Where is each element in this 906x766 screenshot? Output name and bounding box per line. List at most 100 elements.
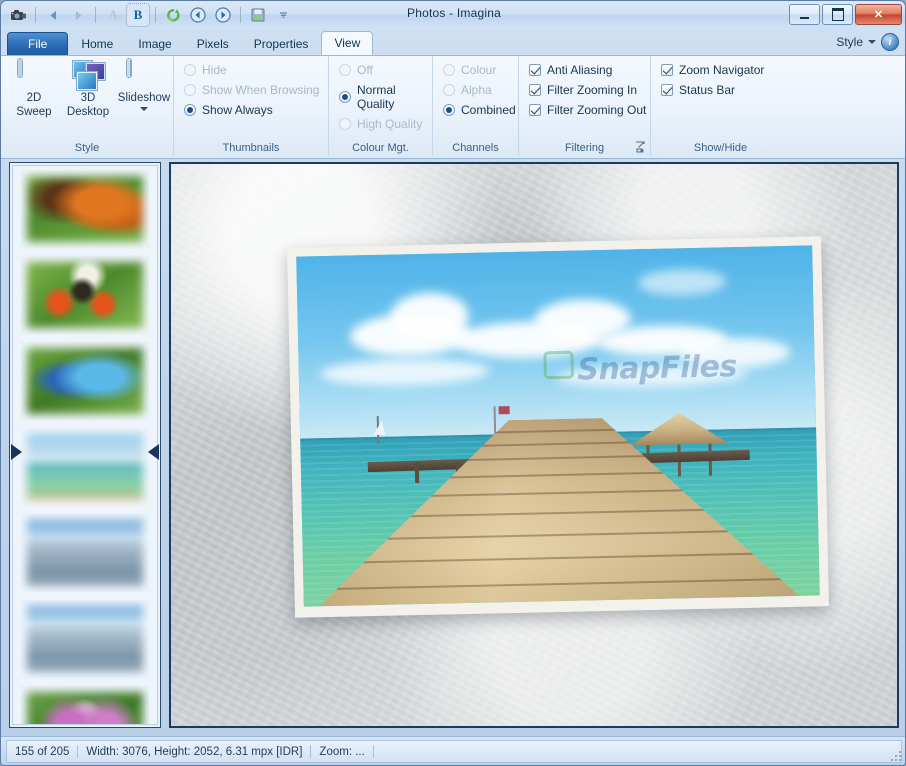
ribbon-groups: 2D Sweep 3D Desktop Slideshow Style Hide… (1, 56, 790, 156)
status-dimensions: Width: 3076, Height: 2052, 6.31 mpx [IDR… (86, 745, 303, 758)
close-button[interactable]: ✕ (855, 4, 902, 25)
button-slideshow-label: Slideshow (117, 92, 171, 104)
thumbnail-image (21, 170, 149, 248)
button-3d-desktop-line1: 3D (80, 92, 96, 104)
radio-icon (339, 64, 351, 76)
maximize-button[interactable] (822, 4, 853, 25)
button-2d-sweep-line2: Sweep (16, 106, 52, 118)
style-menu-label[interactable]: Style (836, 35, 863, 49)
option-colour-off[interactable]: Off (339, 63, 432, 77)
application-window: A B Photos - Imagina ✕ File Home Image P… (0, 0, 906, 766)
status-separator-3 (372, 745, 374, 758)
photo-frame[interactable]: SnapFiles (287, 236, 829, 618)
option-filter-zooming-out-label: Filter Zooming Out (547, 103, 647, 117)
thumbnail-image (21, 600, 149, 678)
option-thumbnails-hide[interactable]: Hide (184, 63, 328, 77)
option-channel-combined[interactable]: Combined (443, 103, 518, 117)
image-viewer[interactable]: SnapFiles (169, 162, 899, 728)
option-anti-aliasing-label: Anti Aliasing (547, 63, 613, 77)
ribbon-group-show-hide-body: Zoom Navigator Status Bar (651, 56, 790, 136)
filtering-options: Anti Aliasing Filter Zooming In Filter Z… (519, 56, 650, 117)
ribbon-group-channels-body: Colour Alpha Combined (433, 56, 518, 136)
colour-mgt-options: Off Normal Quality High Quality (329, 56, 432, 131)
tab-image[interactable]: Image (126, 33, 183, 55)
ribbon-group-thumbnails: Hide Show When Browsing Show Always Thum… (173, 56, 328, 156)
tab-pixels[interactable]: Pixels (185, 33, 241, 55)
ribbon-tabs: File Home Image Pixels Properties View (7, 29, 374, 55)
chevron-down-icon[interactable] (868, 40, 876, 44)
slideshow-dropdown-icon[interactable] (140, 107, 148, 111)
option-colour-high-quality[interactable]: High Quality (339, 117, 432, 131)
thumbnail-strip[interactable] (9, 162, 161, 728)
button-slideshow[interactable]: Slideshow (115, 56, 173, 136)
ribbon-group-channels: Colour Alpha Combined Channels (432, 56, 518, 156)
resize-grip[interactable] (890, 750, 903, 763)
radio-icon (184, 64, 196, 76)
ribbon-group-channels-title: Channels (452, 142, 499, 154)
content-area: SnapFiles (1, 157, 905, 737)
option-thumbnails-show-always[interactable]: Show Always (184, 103, 328, 117)
stack-icon (71, 61, 105, 91)
tab-properties[interactable]: Properties (242, 33, 321, 55)
option-filter-zooming-in-label: Filter Zooming In (547, 83, 638, 97)
radio-icon (443, 104, 455, 116)
tab-home[interactable]: Home (69, 33, 125, 55)
ribbon-group-show-hide: Zoom Navigator Status Bar Show/Hide (650, 56, 790, 156)
status-position: 155 of 205 (15, 745, 70, 758)
minimize-button[interactable] (789, 4, 820, 25)
radio-icon (443, 64, 455, 76)
button-3d-desktop[interactable]: 3D Desktop (61, 56, 115, 136)
selection-marker-left-icon (11, 444, 22, 460)
option-thumbnails-show-always-label: Show Always (202, 103, 273, 117)
ribbon-group-filtering: Anti Aliasing Filter Zooming In Filter Z… (518, 56, 650, 156)
ribbon-group-style-title: Style (74, 142, 100, 154)
option-channel-combined-label: Combined (461, 103, 516, 117)
style-buttons: 2D Sweep 3D Desktop Slideshow (1, 56, 173, 136)
radio-icon (443, 84, 455, 96)
option-colour-high-quality-label: High Quality (357, 117, 423, 131)
status-zoom[interactable]: Zoom: ... (311, 746, 372, 758)
ribbon-group-show-hide-title: Show/Hide (693, 142, 748, 154)
button-2d-sweep-line1: 2D (26, 92, 42, 104)
option-channel-colour[interactable]: Colour (443, 63, 518, 77)
snapfiles-logo-icon (543, 350, 575, 380)
checkbox-icon (529, 64, 541, 76)
thumbnail-pier-seascape[interactable] (13, 424, 157, 510)
option-status-bar[interactable]: Status Bar (661, 83, 790, 97)
thumbnail-image (21, 256, 149, 334)
thumbnail-blue-morpho-butterfly[interactable] (13, 338, 157, 424)
radio-icon (339, 91, 351, 103)
ribbon-group-thumbnails-body: Hide Show When Browsing Show Always (174, 56, 328, 136)
option-zoom-navigator[interactable]: Zoom Navigator (661, 63, 790, 77)
thumbnail-harbour-sailboats-2[interactable] (13, 596, 157, 682)
tab-view[interactable]: View (321, 31, 374, 55)
button-3d-desktop-line2: Desktop (66, 106, 110, 118)
ribbon-group-colour-mgt-body: Off Normal Quality High Quality (329, 56, 432, 136)
dialog-launcher-icon[interactable] (632, 139, 646, 153)
watermark-text: SnapFiles (576, 348, 738, 388)
option-thumbnails-hide-label: Hide (202, 63, 227, 77)
status-bar-inner: 155 of 205 Width: 3076, Height: 2052, 6.… (6, 740, 902, 763)
option-colour-normal-quality[interactable]: Normal Quality (339, 83, 432, 111)
option-status-bar-label: Status Bar (679, 83, 736, 97)
option-filter-zooming-in[interactable]: Filter Zooming In (529, 83, 650, 97)
thumbnail-purple-orchid[interactable] (13, 682, 157, 724)
button-2d-sweep[interactable]: 2D Sweep (7, 56, 61, 136)
thumbnail-butterfly-on-flowers[interactable] (13, 252, 157, 338)
option-colour-normal-quality-label: Normal Quality (357, 83, 396, 111)
ribbon-group-thumbnails-title: Thumbnails (222, 142, 280, 154)
ribbon-tab-strip: File Home Image Pixels Properties View S… (1, 29, 905, 55)
option-anti-aliasing[interactable]: Anti Aliasing (529, 63, 650, 77)
thumbnail-harbour-sailboats-1[interactable] (13, 510, 157, 596)
thumbnail-orange-butterfly[interactable] (13, 166, 157, 252)
option-filter-zooming-out[interactable]: Filter Zooming Out (529, 103, 650, 117)
show-hide-options: Zoom Navigator Status Bar (651, 56, 790, 97)
checkbox-icon (661, 84, 673, 96)
radio-icon (184, 104, 196, 116)
ribbon-group-style-body: 2D Sweep 3D Desktop Slideshow (1, 56, 173, 136)
info-icon[interactable]: i (881, 33, 899, 51)
option-channel-alpha[interactable]: Alpha (443, 83, 518, 97)
thumbnails-options: Hide Show When Browsing Show Always (174, 56, 328, 117)
option-thumbnails-show-when-browsing[interactable]: Show When Browsing (184, 83, 328, 97)
tab-file[interactable]: File (7, 32, 69, 55)
